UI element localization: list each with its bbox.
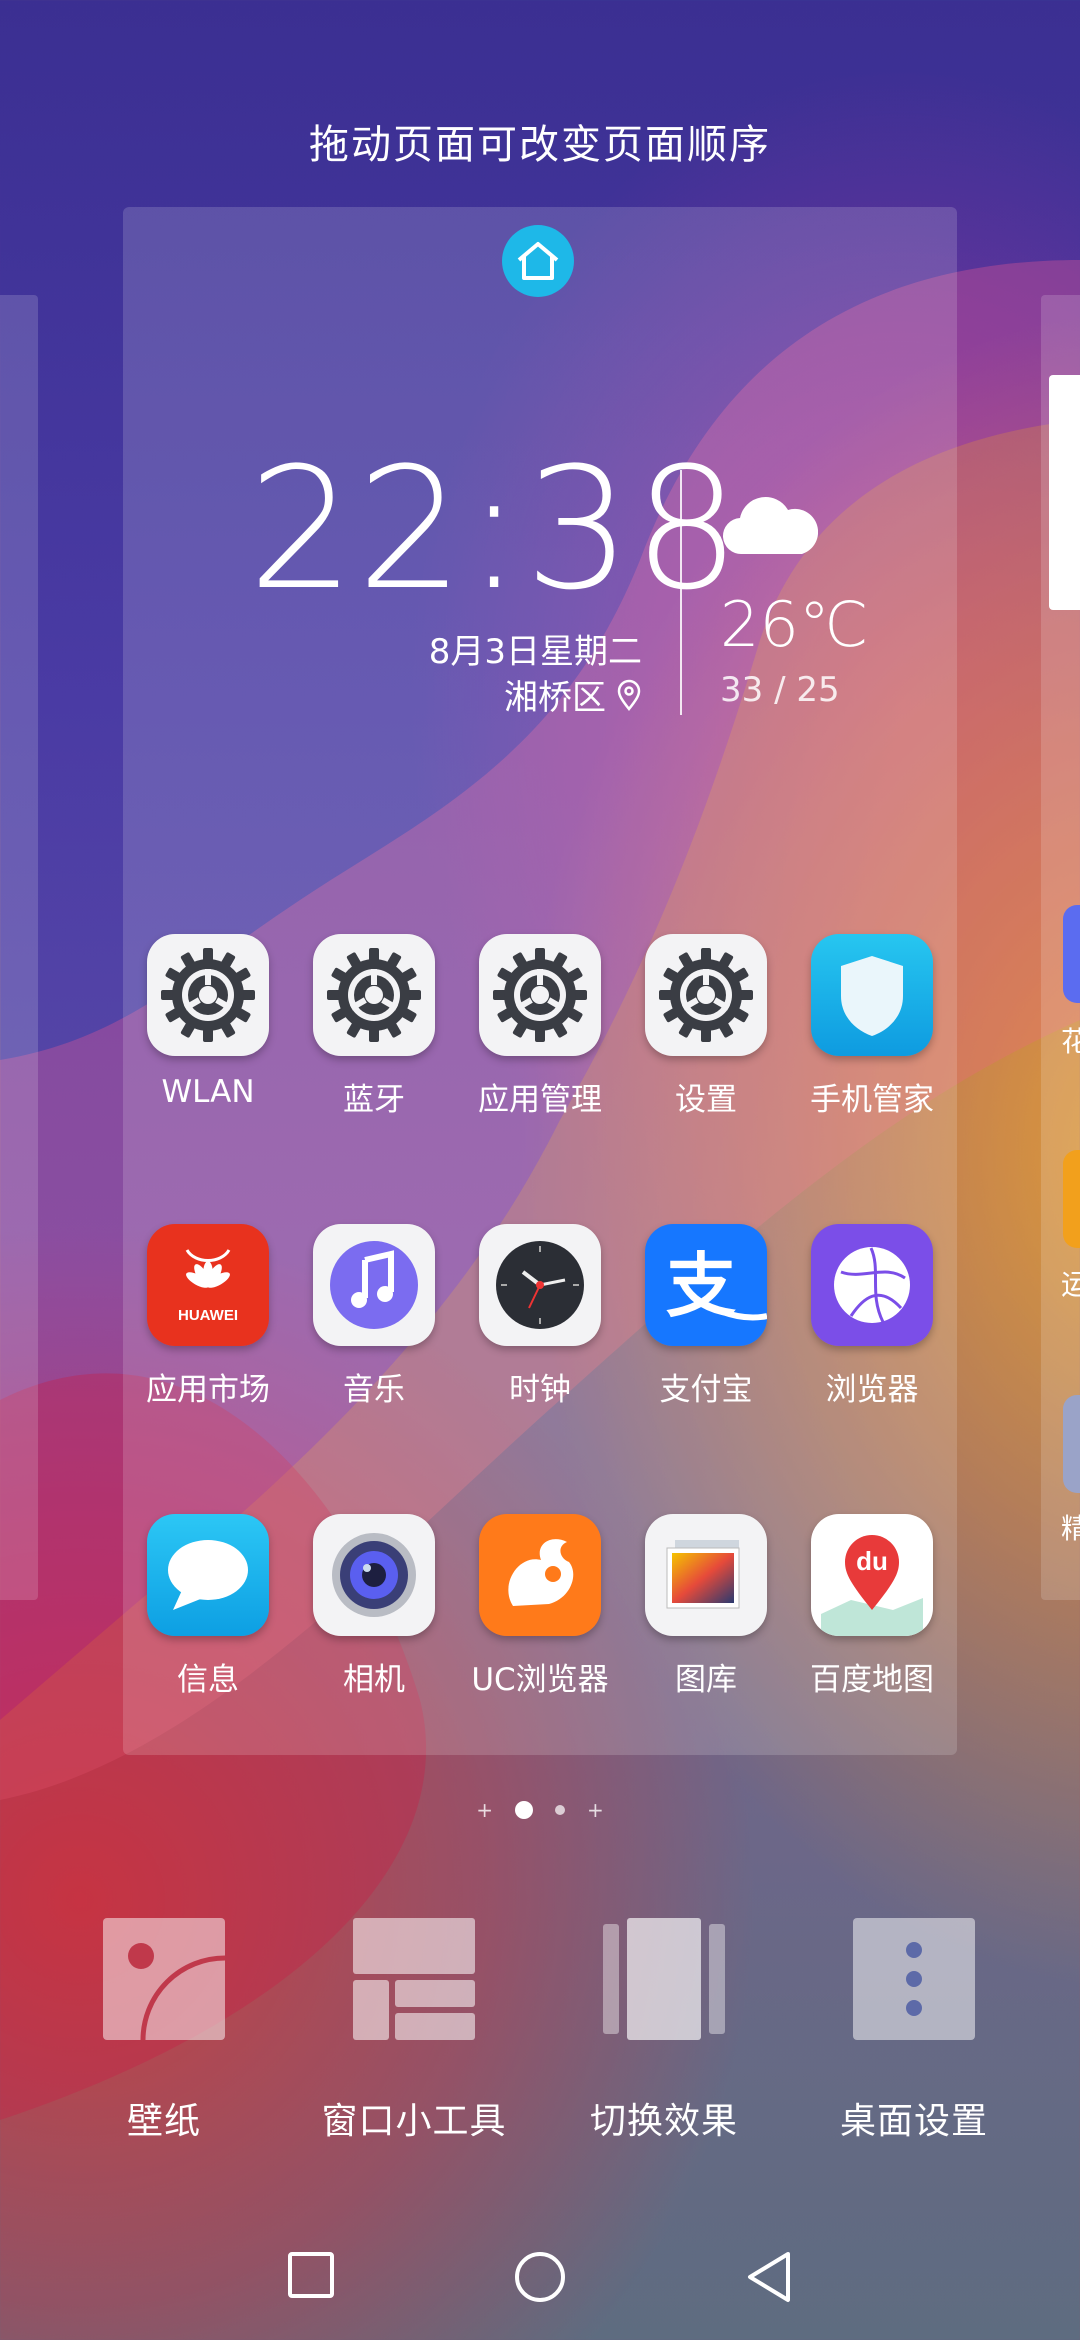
transition-effect-icon [603,1918,725,2040]
peek-app-icon [1063,905,1080,1003]
app-baidu-map-pin[interactable]: du 百度地图 [797,1514,947,1699]
recent-apps-icon[interactable] [286,2250,336,2300]
app-clock[interactable]: 时钟 [465,1224,615,1409]
peek-label: 精 [1061,1512,1080,1545]
app-label: 蓝牙 [343,1082,405,1118]
more-vertical-icon [853,1918,975,2040]
app-music-note[interactable]: 音乐 [299,1224,449,1409]
temperature-range: 33 / 25 [720,670,840,710]
page-indicator: + + [0,1800,1080,1820]
app-settings[interactable]: 设置 [631,934,781,1119]
app-label: 信息 [177,1662,239,1698]
app-browser-globe[interactable]: 浏览器 [797,1224,947,1409]
app-label: 图库 [675,1662,737,1698]
clock-location: 湘桥区 [380,670,642,719]
settings-icon [479,934,601,1056]
app-label: 百度地图 [810,1662,934,1698]
next-page-preview[interactable]: 花 运 精 [1041,295,1080,1600]
clock-icon [479,1224,601,1346]
cloud-icon [722,497,818,555]
page-dot[interactable] [555,1805,565,1815]
app-shield[interactable]: 手机管家 [797,934,947,1119]
clock-date: 8月3日星期二 [428,632,642,672]
wallpaper-icon [103,1918,226,2041]
settings-icon [645,934,767,1056]
app-label: UC浏览器 [471,1662,609,1698]
app-settings[interactable]: WLAN [133,934,283,1110]
transition-effect-tool[interactable]: 切换效果 [549,1918,779,2144]
clock-time[interactable]: 22:38 [248,445,740,613]
huawei-appgallery-icon: HUAWEI [147,1224,269,1346]
message-bubble-icon [147,1514,269,1636]
music-note-icon [313,1224,435,1346]
tool-label: 窗口小工具 [321,2101,507,2142]
app-label: 应用管理 [478,1082,602,1118]
settings-icon [147,934,269,1056]
app-label: 浏览器 [825,1372,919,1408]
wallpaper-tool[interactable]: 壁纸 [49,1918,279,2144]
tool-label: 切换效果 [589,2101,738,2142]
reorder-hint: 拖动页面可改变页面顺序 [309,122,771,168]
app-uc-squirrel[interactable]: UC浏览器 [465,1514,615,1699]
svg-text:du: du [856,1546,888,1576]
peek-app-icon [1063,1395,1080,1493]
app-label: 支付宝 [659,1372,753,1408]
weather-divider [680,470,682,715]
add-page-right-icon[interactable]: + [587,1800,604,1820]
app-label: 相机 [343,1662,405,1698]
app-label: 时钟 [509,1372,571,1408]
peek-widget [1049,375,1080,610]
widgets-tool[interactable]: 窗口小工具 [299,1918,529,2144]
app-settings[interactable]: 应用管理 [465,934,615,1119]
location-pin-icon [617,679,641,711]
temperature: 26℃ [720,588,869,661]
settings-icon [313,934,435,1056]
browser-globe-icon [811,1224,933,1346]
desktop-settings-tool[interactable]: 桌面设置 [799,1918,1029,2144]
svg-text:HUAWEI: HUAWEI [178,1307,238,1324]
baidu-map-pin-icon: du [811,1514,933,1636]
navigation-bar [0,2250,1080,2310]
peek-label: 花 [1061,1025,1080,1058]
tool-label: 桌面设置 [839,2101,988,2142]
app-label: 手机管家 [810,1082,934,1118]
location-label: 湘桥区 [504,678,606,718]
app-label: 音乐 [343,1372,405,1408]
app-message-bubble[interactable]: 信息 [133,1514,283,1699]
app-label: WLAN [161,1074,255,1110]
uc-squirrel-icon [479,1514,601,1636]
app-camera-lens[interactable]: 相机 [299,1514,449,1699]
peek-label: 运 [1061,1268,1080,1301]
widgets-icon [353,1918,475,2040]
home-circle-icon[interactable] [513,2250,567,2304]
app-alipay[interactable]: 支支付宝 [631,1224,781,1409]
gallery-photo-icon [645,1514,767,1636]
app-label: 设置 [675,1082,737,1118]
page-dot-active[interactable] [515,1801,533,1819]
app-huawei-appgallery[interactable]: HUAWEI 应用市场 [133,1224,283,1409]
app-settings[interactable]: 蓝牙 [299,934,449,1119]
home-icon[interactable] [502,225,574,297]
back-triangle-icon[interactable] [744,2250,794,2304]
previous-page-preview[interactable] [0,295,38,1600]
alipay-icon: 支 [645,1224,767,1346]
peek-app-icon [1063,1150,1080,1248]
app-gallery-photo[interactable]: 图库 [631,1514,781,1699]
tool-label: 壁纸 [126,2101,201,2142]
add-page-left-icon[interactable]: + [476,1800,493,1820]
app-label: 应用市场 [146,1372,270,1408]
camera-lens-icon [313,1514,435,1636]
shield-icon [811,934,933,1056]
